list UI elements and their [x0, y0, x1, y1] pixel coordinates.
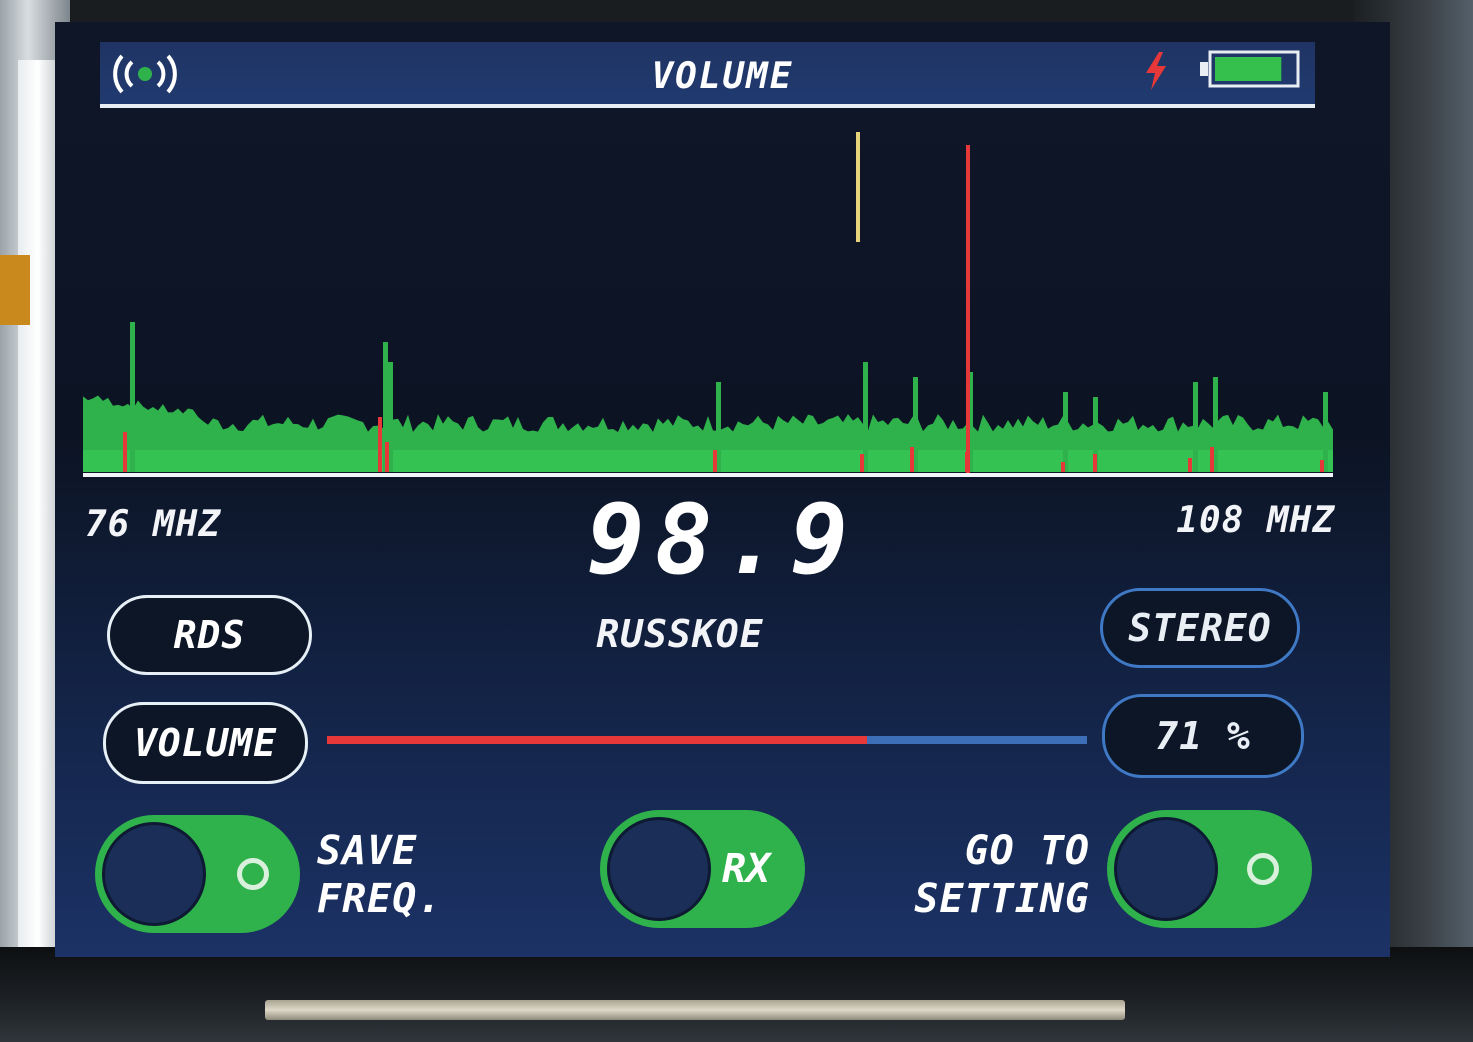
spectrum-red-marker: [1210, 447, 1214, 472]
spectrum-red-marker: [123, 432, 127, 472]
save-freq-label-line2: FREQ.: [317, 876, 443, 922]
save-freq-label: SAVE FREQ.: [317, 827, 442, 923]
status-bar-divider: [100, 104, 1315, 108]
spectrum-peak: [130, 322, 135, 472]
setting-label-line2: SETTING: [914, 876, 1090, 922]
toggle-knob: [607, 817, 711, 921]
battery-icon: [1200, 50, 1300, 88]
spectrum-peak: [1193, 382, 1198, 472]
toggle-knob: [1114, 817, 1218, 921]
volume-slider[interactable]: [327, 736, 1087, 744]
save-freq-label-line1: SAVE: [317, 828, 418, 874]
device-panel-edge: [18, 60, 58, 950]
stereo-indicator[interactable]: STEREO: [1100, 588, 1300, 668]
device-flex-cable: [265, 1000, 1125, 1020]
save-freq-toggle[interactable]: [95, 815, 300, 933]
spectrum-red-marker: [1320, 460, 1324, 472]
spectrum-red-marker: [378, 417, 382, 472]
spectrum-red-marker: [1061, 462, 1065, 472]
rx-label: RX: [722, 846, 771, 892]
volume-slider-fill: [327, 736, 867, 744]
spectrum-red-marker: [713, 450, 717, 472]
toggle-off-ring-icon: [237, 858, 269, 890]
spectrum-red-marker: [1188, 458, 1192, 472]
volume-percent-display[interactable]: 71 %: [1102, 694, 1304, 778]
spectrum-red-marker: [860, 454, 864, 472]
toggle-off-ring-icon: [1247, 853, 1279, 885]
spectrum-red-marker: [385, 442, 389, 472]
device-bezel-bottom: [0, 947, 1473, 1042]
rx-toggle[interactable]: RX: [600, 810, 805, 928]
device-bezel-top: [0, 0, 1473, 22]
spectrum-display: [83, 132, 1333, 475]
setting-label-line1: GO TO: [964, 828, 1090, 874]
spectrum-red-marker: [1093, 454, 1097, 472]
screen-title: VOLUME: [651, 56, 794, 97]
frequency-readout: 98.9: [586, 484, 859, 596]
spectrum-baseline: [83, 473, 1333, 477]
go-to-setting-toggle[interactable]: [1107, 810, 1312, 928]
go-to-setting-label: GO TO SETTING: [905, 827, 1090, 923]
spectrum-floor: [83, 450, 1333, 472]
toggle-knob: [102, 822, 206, 926]
device-connector-tab: [0, 255, 30, 325]
tuned-frequency-marker: [966, 145, 970, 475]
volume-button[interactable]: VOLUME: [103, 702, 308, 784]
charging-bolt-icon: [1146, 52, 1166, 90]
scan-cursor-marker: [856, 132, 860, 242]
spectrum-peak: [1063, 392, 1068, 472]
lcd-screen: VOLUME 76 MHZ 108 MHZ 98.9 RDS RUSSKOE S…: [55, 22, 1390, 957]
spectrum-red-marker: [910, 447, 914, 472]
